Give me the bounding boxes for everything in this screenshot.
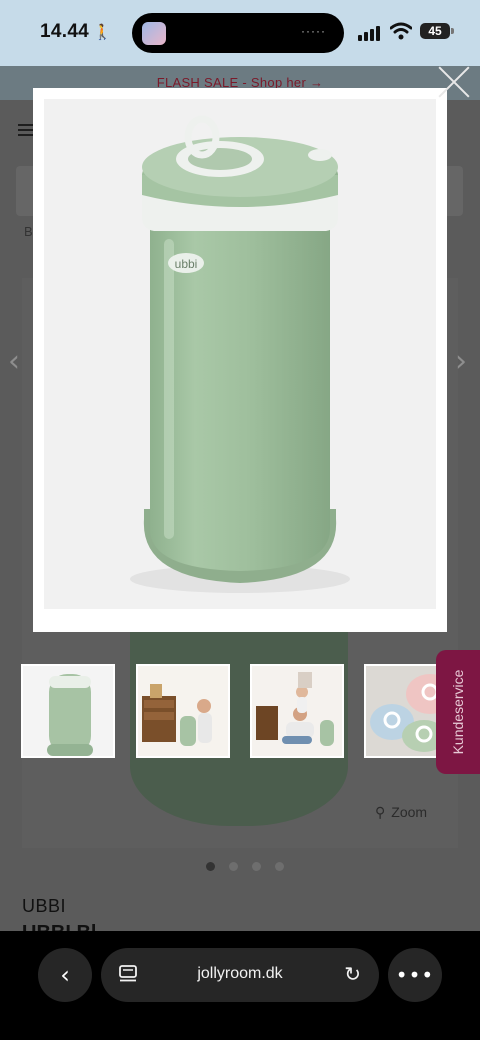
time-text: 14.44 <box>40 21 90 42</box>
zoomed-product-image: ubbi <box>44 99 436 609</box>
magnifier-icon: ⚲ <box>375 805 386 821</box>
image-zoom-modal: ubbi <box>33 88 447 632</box>
dynamic-island: ····· <box>132 13 344 53</box>
diaper-pail-thumb-image <box>23 666 113 756</box>
home-indicator <box>170 1029 310 1034</box>
product-brand[interactable]: UBBI <box>22 896 66 917</box>
chevron-left-icon: ‹ <box>60 961 70 989</box>
parent-baby-thumb-image <box>252 666 342 756</box>
thumbnail-diaper-pail[interactable] <box>21 664 115 758</box>
customer-service-tab[interactable]: Kundeservice <box>436 650 480 774</box>
menu-icon[interactable] <box>18 124 34 136</box>
thumbnail-parent-baby[interactable] <box>250 664 344 758</box>
app-thumbnail-icon <box>142 22 166 45</box>
reload-icon[interactable]: ↻ <box>344 962 361 986</box>
product-title: UBBI Bl... <box>22 922 113 931</box>
address-bar[interactable]: jollyroom.dk ↻ <box>101 948 379 1002</box>
pagination-dot[interactable] <box>206 862 215 871</box>
person-icon: 🚶 <box>93 24 113 41</box>
zoom-button[interactable]: ⚲ Zoom <box>375 804 427 821</box>
zoom-label: Zoom <box>391 804 428 820</box>
browser-toolbar: ‹ jollyroom.dk ↻ ••• <box>0 931 480 1040</box>
wifi-icon <box>390 22 412 40</box>
cellular-signal-icon <box>358 25 382 41</box>
ubbi-logo: ubbi <box>175 257 198 271</box>
pagination-dot[interactable] <box>275 862 284 871</box>
customer-service-label: Kundeservice <box>450 669 466 755</box>
back-button[interactable]: ‹ <box>38 948 92 1002</box>
thumbnail-nursery[interactable] <box>136 664 230 758</box>
close-icon[interactable] <box>436 64 472 100</box>
gallery-pagination <box>206 862 284 871</box>
clock: 14.44 🚶 <box>40 21 112 43</box>
status-bar: 14.44 🚶 ····· 45 <box>0 0 480 66</box>
battery-cap <box>451 28 454 34</box>
chevron-right-icon[interactable]: › <box>455 344 467 379</box>
battery-icon: 45 <box>420 23 450 39</box>
pagination-dot[interactable] <box>252 862 261 871</box>
more-options-button[interactable]: ••• <box>388 948 442 1002</box>
url-text: jollyroom.dk <box>197 965 283 982</box>
ellipsis-icon: ····· <box>301 24 326 38</box>
nursery-thumb-image <box>138 666 228 756</box>
diaper-pail-image: ubbi <box>44 99 436 609</box>
ellipsis-icon: ••• <box>395 963 435 987</box>
pagination-dot[interactable] <box>229 862 238 871</box>
chevron-left-icon[interactable]: ‹ <box>8 344 20 379</box>
